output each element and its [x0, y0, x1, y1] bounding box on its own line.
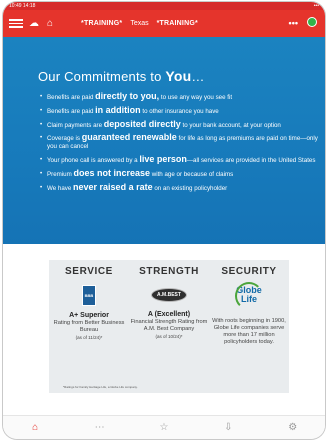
- service-rating-sub: Rating from Better Business Bureau: [53, 320, 125, 333]
- ratings-footnote: *Ratings for Family Heritage Life, a Glo…: [63, 385, 138, 389]
- strength-rating-title: A (Excellent): [147, 311, 191, 318]
- security-description: With roots beginning in 1900, Globe Life…: [212, 318, 286, 345]
- app-bar: ☁ ⌂ *TRAINING* Texas *TRAINING* •••: [3, 10, 325, 37]
- commitment-item: Claim payments are deposited directly to…: [40, 119, 320, 130]
- training-badge-left: *TRAINING*: [81, 20, 123, 27]
- settings-icon[interactable]: ⚙: [281, 419, 305, 437]
- strength-rating-note: (as of 10/24)*: [155, 334, 183, 339]
- strength-rating-sub: Financial Strength Rating from A.M. Best…: [130, 319, 208, 332]
- service-heading: SERVICE: [65, 266, 113, 277]
- strength-column: STRENGTH A.M.BEST A (Excellent) Financia…: [129, 260, 209, 339]
- chat-icon[interactable]: ⋯: [88, 419, 112, 437]
- bbb-logo-icon: BBB: [82, 285, 96, 306]
- commitment-item: Coverage is guaranteed renewable for lif…: [40, 133, 320, 151]
- strength-heading: STRENGTH: [139, 266, 199, 277]
- download-icon[interactable]: ⇩: [216, 419, 240, 437]
- phone-frame: 10:49 14:18 ••• ☁ ⌂ *TRAINING* Texas *TR…: [3, 2, 325, 439]
- security-heading: SECURITY: [221, 266, 277, 277]
- am-best-logo-icon: A.M.BEST: [151, 288, 187, 302]
- state-label: Texas: [130, 20, 149, 27]
- online-status-indicator[interactable]: [307, 17, 317, 27]
- cloud-icon[interactable]: ☁: [29, 18, 39, 29]
- bottom-navigation: ⌂ ⋯ ☆ ⇩ ⚙: [3, 415, 325, 439]
- service-rating-note: (as of 11/24)*: [75, 335, 103, 340]
- commitment-item: Benefits are paid in addition to other i…: [40, 105, 320, 116]
- home-brand-icon[interactable]: ⌂: [47, 18, 53, 29]
- status-icons: •••: [313, 3, 319, 9]
- more-options-icon[interactable]: •••: [289, 18, 298, 28]
- commitments-banner: Our Commitments to You… Benefits are pai…: [3, 37, 325, 244]
- commitment-item: Your phone call is answered by a live pe…: [40, 154, 320, 165]
- commitments-list: Benefits are paid directly to you, to us…: [40, 92, 320, 197]
- commitment-item: Premium does not increase with age or be…: [40, 168, 320, 179]
- ratings-panel: SERVICE BBB A+ Superior Rating from Bett…: [49, 260, 289, 393]
- menu-icon[interactable]: [9, 19, 23, 28]
- service-column: SERVICE BBB A+ Superior Rating from Bett…: [49, 260, 129, 340]
- home-icon[interactable]: ⌂: [23, 419, 47, 437]
- star-icon[interactable]: ☆: [152, 419, 176, 437]
- status-time: 10:49 14:18: [9, 3, 36, 9]
- globe-life-logo-icon: Globe Life: [233, 282, 265, 314]
- status-bar: 10:49 14:18 •••: [3, 2, 325, 10]
- service-rating-title: A+ Superior: [69, 312, 109, 319]
- commitment-item: Benefits are paid directly to you, to us…: [40, 92, 320, 102]
- security-column: SECURITY Globe Life With roots beginning…: [209, 260, 289, 346]
- commitments-title: Our Commitments to You…: [38, 68, 205, 84]
- training-badge-right: *TRAINING*: [156, 20, 198, 27]
- commitment-item: We have never raised a rate on an existi…: [40, 182, 320, 193]
